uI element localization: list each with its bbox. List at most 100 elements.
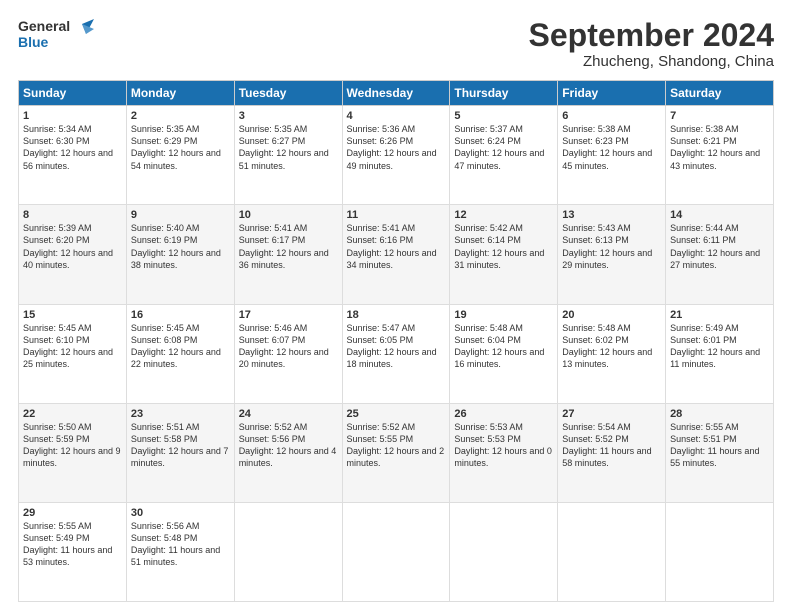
day-info: Sunrise: 5:38 AM Sunset: 6:21 PM Dayligh… [670,123,769,172]
day-number: 24 [239,408,338,420]
day-info: Sunrise: 5:51 AM Sunset: 5:58 PM Dayligh… [131,421,230,470]
calendar-body: 1 Sunrise: 5:34 AM Sunset: 6:30 PM Dayli… [19,106,774,602]
calendar-day-cell: 4 Sunrise: 5:36 AM Sunset: 6:26 PM Dayli… [342,106,450,205]
calendar-day-cell: 25 Sunrise: 5:52 AM Sunset: 5:55 PM Dayl… [342,403,450,502]
day-number: 7 [670,110,769,122]
calendar-day-cell: 21 Sunrise: 5:49 AM Sunset: 6:01 PM Dayl… [666,304,774,403]
calendar-day-cell: 7 Sunrise: 5:38 AM Sunset: 6:21 PM Dayli… [666,106,774,205]
day-number: 30 [131,507,230,519]
day-number: 2 [131,110,230,122]
calendar-day-cell: 20 Sunrise: 5:48 AM Sunset: 6:02 PM Dayl… [558,304,666,403]
day-info: Sunrise: 5:53 AM Sunset: 5:53 PM Dayligh… [454,421,553,470]
day-info: Sunrise: 5:55 AM Sunset: 5:51 PM Dayligh… [670,421,769,470]
day-number: 14 [670,209,769,221]
day-number: 27 [562,408,661,420]
day-number: 17 [239,309,338,321]
day-number: 11 [347,209,446,221]
day-info: Sunrise: 5:40 AM Sunset: 6:19 PM Dayligh… [131,222,230,271]
day-number: 10 [239,209,338,221]
day-number: 23 [131,408,230,420]
day-of-week-header: Wednesday [342,81,450,106]
day-info: Sunrise: 5:54 AM Sunset: 5:52 PM Dayligh… [562,421,661,470]
day-info: Sunrise: 5:38 AM Sunset: 6:23 PM Dayligh… [562,123,661,172]
day-info: Sunrise: 5:52 AM Sunset: 5:55 PM Dayligh… [347,421,446,470]
calendar-day-cell: 16 Sunrise: 5:45 AM Sunset: 6:08 PM Dayl… [126,304,234,403]
day-info: Sunrise: 5:48 AM Sunset: 6:04 PM Dayligh… [454,322,553,371]
calendar-day-cell: 1 Sunrise: 5:34 AM Sunset: 6:30 PM Dayli… [19,106,127,205]
day-number: 16 [131,309,230,321]
header: General Blue September 2024 Zhucheng, Sh… [18,18,774,70]
calendar-week-row: 15 Sunrise: 5:45 AM Sunset: 6:10 PM Dayl… [19,304,774,403]
day-number: 12 [454,209,553,221]
day-number: 22 [23,408,122,420]
day-number: 15 [23,309,122,321]
day-info: Sunrise: 5:35 AM Sunset: 6:29 PM Dayligh… [131,123,230,172]
day-info: Sunrise: 5:56 AM Sunset: 5:48 PM Dayligh… [131,520,230,569]
day-number: 5 [454,110,553,122]
day-info: Sunrise: 5:41 AM Sunset: 6:17 PM Dayligh… [239,222,338,271]
day-number: 26 [454,408,553,420]
day-of-week-header: Friday [558,81,666,106]
calendar-day-cell: 3 Sunrise: 5:35 AM Sunset: 6:27 PM Dayli… [234,106,342,205]
day-info: Sunrise: 5:55 AM Sunset: 5:49 PM Dayligh… [23,520,122,569]
day-number: 21 [670,309,769,321]
calendar-day-cell [558,502,666,601]
calendar-day-cell: 2 Sunrise: 5:35 AM Sunset: 6:29 PM Dayli… [126,106,234,205]
day-number: 4 [347,110,446,122]
day-info: Sunrise: 5:44 AM Sunset: 6:11 PM Dayligh… [670,222,769,271]
day-info: Sunrise: 5:43 AM Sunset: 6:13 PM Dayligh… [562,222,661,271]
calendar-day-cell: 18 Sunrise: 5:47 AM Sunset: 6:05 PM Dayl… [342,304,450,403]
day-number: 9 [131,209,230,221]
calendar-day-cell: 19 Sunrise: 5:48 AM Sunset: 6:04 PM Dayl… [450,304,558,403]
day-number: 25 [347,408,446,420]
calendar: SundayMondayTuesdayWednesdayThursdayFrid… [18,80,774,602]
calendar-day-cell [450,502,558,601]
calendar-week-row: 22 Sunrise: 5:50 AM Sunset: 5:59 PM Dayl… [19,403,774,502]
day-info: Sunrise: 5:48 AM Sunset: 6:02 PM Dayligh… [562,322,661,371]
day-info: Sunrise: 5:35 AM Sunset: 6:27 PM Dayligh… [239,123,338,172]
day-info: Sunrise: 5:36 AM Sunset: 6:26 PM Dayligh… [347,123,446,172]
day-info: Sunrise: 5:45 AM Sunset: 6:08 PM Dayligh… [131,322,230,371]
calendar-day-cell: 14 Sunrise: 5:44 AM Sunset: 6:11 PM Dayl… [666,205,774,304]
logo-blue: Blue [18,34,70,50]
calendar-day-cell: 12 Sunrise: 5:42 AM Sunset: 6:14 PM Dayl… [450,205,558,304]
calendar-day-cell: 5 Sunrise: 5:37 AM Sunset: 6:24 PM Dayli… [450,106,558,205]
day-of-week-header: Thursday [450,81,558,106]
day-info: Sunrise: 5:47 AM Sunset: 6:05 PM Dayligh… [347,322,446,371]
calendar-day-cell [234,502,342,601]
calendar-day-cell: 15 Sunrise: 5:45 AM Sunset: 6:10 PM Dayl… [19,304,127,403]
day-number: 1 [23,110,122,122]
logo-general: General [18,18,70,34]
day-info: Sunrise: 5:49 AM Sunset: 6:01 PM Dayligh… [670,322,769,371]
calendar-header-row: SundayMondayTuesdayWednesdayThursdayFrid… [19,81,774,106]
calendar-day-cell: 23 Sunrise: 5:51 AM Sunset: 5:58 PM Dayl… [126,403,234,502]
calendar-day-cell: 24 Sunrise: 5:52 AM Sunset: 5:56 PM Dayl… [234,403,342,502]
day-number: 13 [562,209,661,221]
calendar-day-cell: 30 Sunrise: 5:56 AM Sunset: 5:48 PM Dayl… [126,502,234,601]
calendar-day-cell: 10 Sunrise: 5:41 AM Sunset: 6:17 PM Dayl… [234,205,342,304]
day-number: 8 [23,209,122,221]
day-of-week-header: Sunday [19,81,127,106]
day-number: 20 [562,309,661,321]
day-number: 6 [562,110,661,122]
calendar-week-row: 29 Sunrise: 5:55 AM Sunset: 5:49 PM Dayl… [19,502,774,601]
calendar-day-cell [666,502,774,601]
calendar-day-cell: 9 Sunrise: 5:40 AM Sunset: 6:19 PM Dayli… [126,205,234,304]
day-info: Sunrise: 5:50 AM Sunset: 5:59 PM Dayligh… [23,421,122,470]
calendar-day-cell: 17 Sunrise: 5:46 AM Sunset: 6:07 PM Dayl… [234,304,342,403]
day-number: 29 [23,507,122,519]
calendar-day-cell: 28 Sunrise: 5:55 AM Sunset: 5:51 PM Dayl… [666,403,774,502]
title-block: September 2024 Zhucheng, Shandong, China [529,18,774,70]
calendar-day-cell: 26 Sunrise: 5:53 AM Sunset: 5:53 PM Dayl… [450,403,558,502]
day-of-week-header: Monday [126,81,234,106]
calendar-day-cell: 11 Sunrise: 5:41 AM Sunset: 6:16 PM Dayl… [342,205,450,304]
page: General Blue September 2024 Zhucheng, Sh… [0,0,792,612]
calendar-week-row: 8 Sunrise: 5:39 AM Sunset: 6:20 PM Dayli… [19,205,774,304]
day-info: Sunrise: 5:52 AM Sunset: 5:56 PM Dayligh… [239,421,338,470]
calendar-day-cell: 27 Sunrise: 5:54 AM Sunset: 5:52 PM Dayl… [558,403,666,502]
day-info: Sunrise: 5:46 AM Sunset: 6:07 PM Dayligh… [239,322,338,371]
location: Zhucheng, Shandong, China [529,53,774,70]
calendar-day-cell: 6 Sunrise: 5:38 AM Sunset: 6:23 PM Dayli… [558,106,666,205]
calendar-day-cell: 22 Sunrise: 5:50 AM Sunset: 5:59 PM Dayl… [19,403,127,502]
month-title: September 2024 [529,18,774,53]
